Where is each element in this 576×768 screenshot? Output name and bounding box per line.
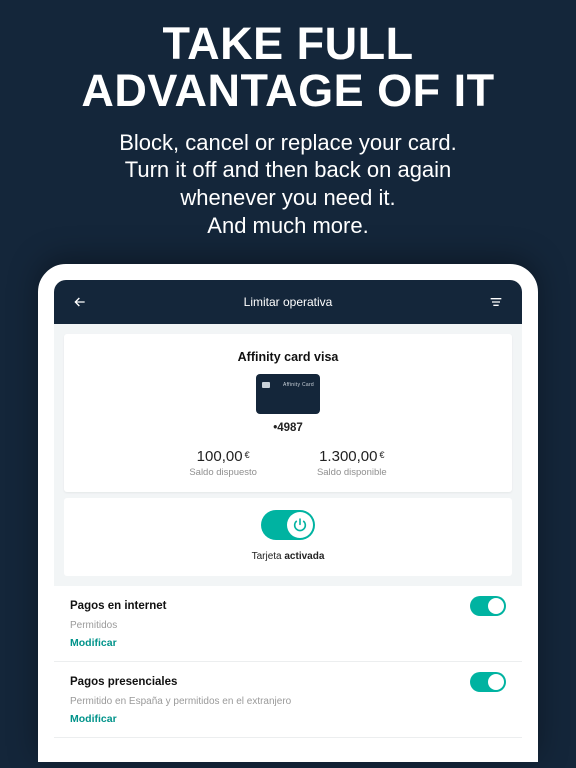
card-number-mask: •4987 xyxy=(82,422,494,434)
setting-toggle-atm[interactable] xyxy=(470,746,506,762)
balance-used-currency: € xyxy=(245,450,250,460)
card-chip-icon xyxy=(262,382,270,388)
hero-sub-line2: Turn it off and then back on again xyxy=(125,157,452,182)
setting-modify-link[interactable]: Modificar xyxy=(70,637,117,649)
toggle-knob xyxy=(287,512,313,538)
setting-row-internet-payments: Pagos en internet Permitidos Modificar xyxy=(54,586,522,662)
hero-title: TAKE FULL ADVANTAGE OF IT xyxy=(28,20,548,115)
card-summary-panel: Affinity card visa Affinity Card •4987 1… xyxy=(64,334,512,492)
setting-row-atm-withdrawals: Retiradas de efectivo cajeros xyxy=(54,738,522,762)
hero-sub-line4: And much more. xyxy=(207,213,368,238)
menu-icon xyxy=(488,294,504,310)
balance-used-value: 100,00€ xyxy=(189,448,257,465)
balance-available: 1.300,00€ Saldo disponible xyxy=(317,448,387,478)
card-image[interactable]: Affinity Card xyxy=(256,374,320,414)
hero: TAKE FULL ADVANTAGE OF IT Block, cancel … xyxy=(0,0,576,264)
card-name: Affinity card visa xyxy=(82,350,494,364)
setting-title: Pagos presenciales xyxy=(70,676,177,688)
balance-available-amount: 1.300,00 xyxy=(319,448,377,465)
activation-prefix: Tarjeta xyxy=(252,551,285,562)
setting-row-in-person-payments: Pagos presenciales Permitido en España y… xyxy=(54,662,522,738)
balance-used-amount: 100,00 xyxy=(197,448,243,465)
app-bar-title: Limitar operativa xyxy=(92,295,484,309)
balance-used: 100,00€ Saldo dispuesto xyxy=(189,448,257,478)
toggle-dot-icon xyxy=(488,598,504,614)
card-activation-panel: Tarjeta activada xyxy=(64,498,512,576)
balance-used-label: Saldo dispuesto xyxy=(189,467,257,478)
card-brand-text: Affinity Card xyxy=(283,382,314,388)
device-mockup: Limitar operativa Affinity card visa Aff… xyxy=(38,264,538,762)
menu-button[interactable] xyxy=(484,290,508,314)
setting-title: Pagos en internet xyxy=(70,600,167,612)
toggle-dot-icon xyxy=(488,748,504,762)
balances: 100,00€ Saldo dispuesto 1.300,00€ Saldo … xyxy=(82,448,494,478)
setting-title: Retiradas de efectivo cajeros xyxy=(70,750,229,762)
arrow-left-icon xyxy=(72,294,88,310)
hero-sub-line3: whenever you need it. xyxy=(180,185,395,210)
hero-title-line1: TAKE FULL xyxy=(162,18,413,69)
card-activation-label: Tarjeta activada xyxy=(64,551,512,562)
balance-available-label: Saldo disponible xyxy=(317,467,387,478)
hero-subtitle: Block, cancel or replace your card. Turn… xyxy=(28,129,548,241)
setting-toggle-internet[interactable] xyxy=(470,596,506,616)
setting-modify-link[interactable]: Modificar xyxy=(70,713,117,725)
back-button[interactable] xyxy=(68,290,92,314)
power-icon xyxy=(292,517,308,533)
activation-state: activada xyxy=(284,551,324,562)
app-bar: Limitar operativa xyxy=(54,280,522,324)
setting-toggle-in-person[interactable] xyxy=(470,672,506,692)
setting-desc: Permitido en España y permitidos en el e… xyxy=(70,696,506,707)
hero-title-line2: ADVANTAGE OF IT xyxy=(81,65,494,116)
balance-available-currency: € xyxy=(379,450,384,460)
settings-list: Pagos en internet Permitidos Modificar P… xyxy=(54,586,522,762)
toggle-dot-icon xyxy=(488,674,504,690)
card-power-toggle[interactable] xyxy=(261,510,315,540)
balance-available-value: 1.300,00€ xyxy=(317,448,387,465)
setting-desc: Permitidos xyxy=(70,620,506,631)
hero-sub-line1: Block, cancel or replace your card. xyxy=(119,130,457,155)
